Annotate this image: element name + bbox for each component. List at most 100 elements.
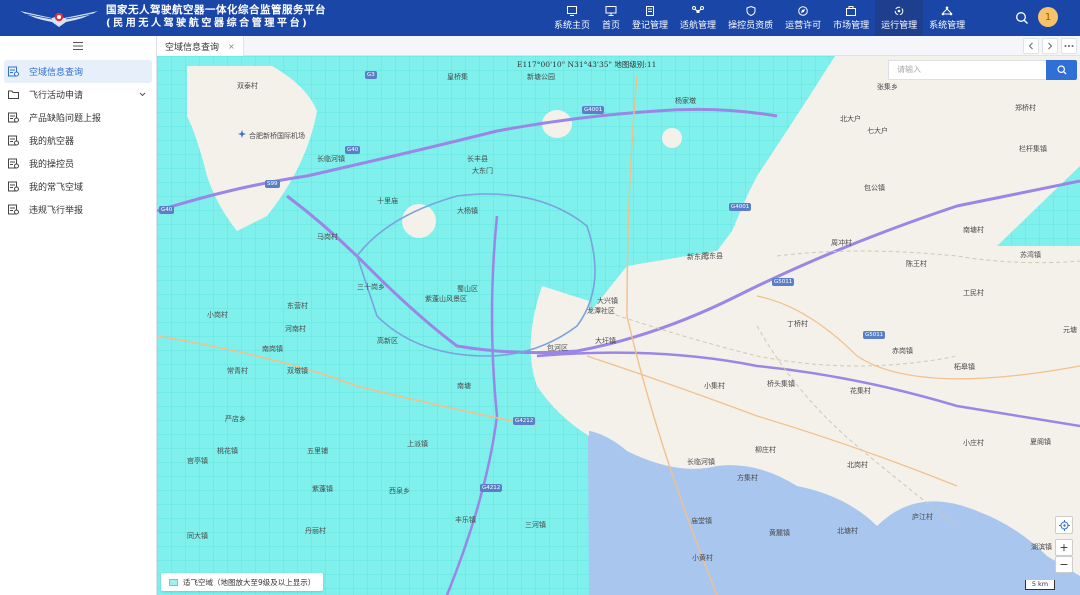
nav-registration[interactable]: 登记管理 (626, 0, 674, 36)
report-icon (8, 112, 19, 123)
nav-system-home[interactable]: 系统主页 (548, 0, 596, 36)
chevron-down-icon (139, 92, 146, 97)
airspace-icon (8, 66, 19, 77)
map-place-label: 小岗村 (207, 311, 228, 319)
airspace-map[interactable]: 双泰村 皇桥集 新塘公园 杨家墩 张集乡 北大户 合肥新桥国际机场 长临河镇 七… (157, 56, 1080, 595)
sidebar-item-frequent-airspace[interactable]: 我的常飞空域 (4, 175, 152, 198)
tab-airspace-query[interactable]: 空域信息查询 × (157, 36, 244, 56)
map-place-label: 北塘村 (837, 527, 858, 535)
map-place-label: 西泉乡 (389, 487, 410, 495)
map-place-label: 庐江村 (912, 513, 933, 521)
sidebar-item-airspace-query[interactable]: 空域信息查询 (4, 60, 152, 83)
map-place-label: 长丰县 (467, 155, 488, 163)
nav-operator-qualification[interactable]: 操控员资质 (722, 0, 779, 36)
map-search-input[interactable]: 请输入 (888, 60, 1048, 80)
map-place-label: 夏阁镇 (1030, 438, 1051, 446)
map-place-label: 花集村 (850, 387, 871, 395)
sidebar-collapse-button[interactable] (0, 36, 156, 56)
tab-more-button[interactable] (1061, 38, 1077, 54)
map-place-label: 严店乡 (225, 415, 246, 423)
map-place-label: 栏杆集镇 (1019, 145, 1047, 153)
close-icon[interactable]: × (228, 42, 235, 51)
sidebar-item-defect-report[interactable]: 产品缺陷问题上报 (4, 106, 152, 129)
map-place-label: 常青村 (227, 367, 248, 375)
map-place-label: 工民村 (963, 289, 984, 297)
search-icon[interactable] (1015, 11, 1029, 25)
map-place-label: 黄麓镇 (769, 529, 790, 537)
map-place-label: 杨家墩 (675, 97, 696, 105)
sidebar: 空域信息查询 飞行活动申请 产品缺陷问题上报 我的航空器 我的操控员 我的常飞空… (0, 36, 157, 595)
map-place-label: 庙堂镇 (691, 517, 712, 525)
search-icon (1056, 65, 1066, 75)
tab-label: 空域信息查询 (165, 42, 220, 53)
home-screen-icon (567, 5, 577, 16)
map-place-label: 大东门 (472, 167, 493, 175)
sidebar-item-violation-report[interactable]: 违规飞行举报 (4, 198, 152, 221)
map-place-label: 东营村 (287, 302, 308, 310)
sidebar-item-flight-application[interactable]: 飞行活动申请 (4, 83, 152, 106)
map-place-label: 桃花镇 (217, 447, 238, 455)
map-place-label: 小黄村 (692, 554, 713, 562)
map-place-label: 赤岗镇 (892, 347, 913, 355)
more-dots-icon (1064, 45, 1074, 47)
sidebar-item-label: 我的操控员 (29, 160, 75, 170)
nav-label: 适航管理 (680, 20, 717, 31)
road-label-badge: G4001 (729, 203, 752, 211)
map-place-label: 双泰村 (237, 82, 258, 90)
nav-airworthiness[interactable]: 适航管理 (674, 0, 722, 36)
map-place-label: 合肥新桥国际机场 (249, 132, 305, 140)
map-place-label: 三十岗乡 (357, 283, 385, 291)
map-place-label: 上派镇 (407, 440, 428, 448)
sidebar-item-my-operators[interactable]: 我的操控员 (4, 152, 152, 175)
tab-scroll-left-button[interactable] (1023, 38, 1039, 54)
map-place-label: 七大户 (867, 127, 888, 135)
map-place-label: 紫蓬山风景区 (425, 295, 467, 303)
operator-icon (8, 158, 19, 169)
map-place-label: 五里铺 (307, 447, 328, 455)
tab-scroll-right-button[interactable] (1042, 38, 1058, 54)
map-search-button[interactable] (1046, 60, 1077, 80)
nav-label: 首页 (602, 20, 621, 31)
map-place-label: 周冲村 (831, 239, 852, 247)
top-nav: 系统主页 首页 登记管理 适航管理 操控员资质 运营许可 市场管理 运行管理 系… (548, 0, 971, 36)
nav-home[interactable]: 首页 (596, 0, 626, 36)
locate-button[interactable] (1055, 516, 1073, 534)
zoom-in-button[interactable]: + (1055, 539, 1073, 556)
tab-bar: 空域信息查询 × (157, 36, 1080, 56)
map-place-label: 小集村 (704, 382, 725, 390)
map-place-label: 丰乐镇 (455, 516, 476, 524)
nav-market[interactable]: 市场管理 (827, 0, 875, 36)
platform-title: 国家无人驾驶航空器一体化综合监管服务平台 (民用无人驾驶航空器综合管理平台) (106, 4, 326, 30)
map-place-label: 张集乡 (877, 83, 898, 91)
nav-label: 系统管理 (929, 20, 966, 31)
map-place-label: 陈王村 (906, 260, 927, 268)
shield-icon (746, 5, 756, 16)
map-place-label: 南塘 (457, 382, 471, 390)
map-place-label: 皇桥集 (447, 73, 468, 81)
road-label-badge: G4001 (582, 106, 605, 114)
map-place-label: 大杨镇 (457, 207, 478, 215)
map-place-label: 郑桥村 (1015, 104, 1036, 112)
compass-icon (798, 5, 808, 16)
map-legend: 适飞空域（地图放大至9级及以上显示） (161, 573, 324, 591)
map-place-label: 南塘村 (963, 226, 984, 234)
nav-system-management[interactable]: 系统管理 (923, 0, 971, 36)
nav-label: 系统主页 (554, 20, 591, 31)
nav-label: 运行管理 (881, 20, 918, 31)
nav-operation-permit[interactable]: 运营许可 (779, 0, 827, 36)
road-label-badge: S99 (265, 180, 280, 188)
sidebar-item-label: 我的航空器 (29, 137, 75, 147)
road-label-badge: G3 (365, 71, 377, 79)
user-avatar[interactable]: 1 (1038, 7, 1058, 27)
sidebar-item-my-aircraft[interactable]: 我的航空器 (4, 129, 152, 152)
nav-operation-management[interactable]: 运行管理 (875, 0, 924, 36)
road-label-badge: G4212 (480, 484, 503, 492)
map-place-label: 新塘公园 (527, 73, 555, 81)
zoom-out-button[interactable]: − (1055, 556, 1073, 573)
warning-icon (8, 204, 19, 215)
sidebar-item-label: 违规飞行举报 (29, 206, 84, 216)
map-place-label: 丹丽村 (305, 527, 326, 535)
map-place-label: 方集村 (737, 474, 758, 482)
legend-label: 适飞空域（地图放大至9级及以上显示） (183, 577, 316, 587)
nav-label: 运营许可 (785, 20, 822, 31)
